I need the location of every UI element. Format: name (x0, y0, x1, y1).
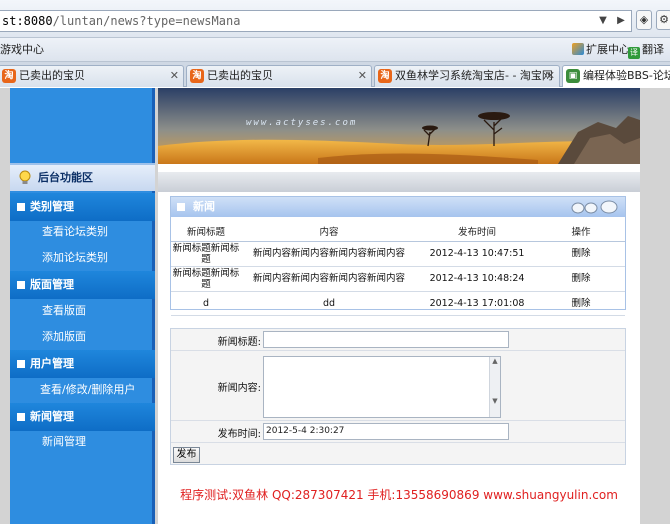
favorites-bar: 游戏中心 扩展中心 译翻译 (0, 38, 670, 62)
extensions-icon (572, 43, 584, 55)
column-header-content: 内容 (241, 221, 417, 242)
square-bullet-icon (17, 413, 25, 421)
page-viewport: 后台功能区 类别管理 查看论坛类别 添加论坛类别 版面管理 查看版面 添加版面 … (0, 88, 670, 524)
sidebar-section-boards[interactable]: 版面管理 (10, 271, 155, 299)
header-ribbon (158, 172, 640, 192)
tab-label: 编程体验BBS-论坛 后 (583, 69, 670, 82)
sidebar-section-label: 用户管理 (30, 357, 74, 370)
tab-label: 双鱼林学习系统淘宝店- - 淘宝网 (395, 69, 553, 82)
column-header-action: 操作 (537, 221, 625, 242)
url-path: /luntan/news?type=newsMana (52, 14, 241, 28)
news-table-header-row: 新闻标题 内容 发布时间 操作 (171, 221, 625, 242)
sidebar-section-users[interactable]: 用户管理 (10, 350, 155, 378)
tab-bbs-admin[interactable]: ▣ 编程体验BBS-论坛 后 (562, 65, 670, 87)
main-content: www.actyses.com 新闻 新闻标题 内容 发布时间 操作 新闻标题新… (158, 88, 640, 524)
news-panel-header: 新闻 (171, 197, 625, 217)
publish-button[interactable]: 发布 (173, 447, 200, 463)
page-favicon-icon: ▣ (566, 69, 580, 83)
form-row-title: 新闻标题: (171, 329, 625, 351)
news-content-cell: dd (241, 291, 417, 316)
taobao-favicon-icon: 淘 (2, 69, 16, 83)
sidebar-section-label: 新闻管理 (30, 410, 74, 423)
window-controls-icon (571, 200, 618, 214)
sidebar-item-view-categories[interactable]: 查看论坛类别 (10, 219, 155, 245)
square-bullet-icon (17, 360, 25, 368)
news-time-cell: 2012-4-13 17:01:08 (417, 291, 537, 316)
table-row: d dd 2012-4-13 17:01:08 删除 (171, 291, 625, 316)
table-row: 新闻标题新闻标题 新闻内容新闻内容新闻内容新闻内容 2012-4-13 10:4… (171, 241, 625, 267)
chevron-down-icon[interactable]: ▼ (596, 14, 610, 28)
footer-credit: 程序测试:双鱼林 QQ:287307421 手机:13558690869 www… (180, 488, 618, 502)
news-content-textarea[interactable]: ▲ ▼ (263, 356, 501, 418)
news-content-cell: 新闻内容新闻内容新闻内容新闻内容 (241, 266, 417, 292)
favorite-game-center[interactable]: 游戏中心 (0, 42, 44, 58)
close-icon[interactable]: ✕ (170, 66, 179, 86)
taobao-favicon-icon: 淘 (190, 69, 204, 83)
close-icon[interactable]: ✕ (546, 66, 555, 86)
tab-sold-items-2[interactable]: 淘 已卖出的宝贝 ✕ (186, 65, 372, 87)
sidebar-item-add-category[interactable]: 添加论坛类别 (10, 245, 155, 271)
news-title-label: 新闻标题: (217, 337, 261, 348)
favorite-extensions[interactable]: 扩展中心 (572, 42, 630, 58)
tab-label: 已卖出的宝贝 (19, 69, 85, 82)
banner-watermark: www.actyses.com (246, 118, 358, 128)
sidebar-heading: 后台功能区 (10, 163, 155, 191)
add-news-form: 新闻标题: 新闻内容: ▲ ▼ 发布时间: 2012-5-4 2:30:27 发布 (170, 328, 626, 465)
sidebar-item-add-board[interactable]: 添加版面 (10, 324, 155, 350)
news-list-panel: 新闻 新闻标题 内容 发布时间 操作 新闻标题新闻标题 新闻内容新闻内容新闻内容… (170, 196, 626, 316)
news-content-label: 新闻内容: (217, 383, 261, 394)
address-bar-area: st:8080/luntan/news?type=newsMana ▼ ▶ ◈ … (0, 0, 670, 38)
delete-link[interactable]: 删除 (537, 241, 625, 267)
publish-time-label: 发布时间: (217, 429, 261, 440)
news-panel-title: 新闻 (193, 200, 215, 213)
gear-icon[interactable]: ⚙ (656, 10, 670, 30)
news-content-cell: 新闻内容新闻内容新闻内容新闻内容 (241, 241, 417, 267)
column-header-title: 新闻标题 (171, 221, 241, 242)
tab-sold-items-1[interactable]: 淘 已卖出的宝贝 ✕ (0, 65, 184, 87)
news-title-cell: d (171, 291, 241, 316)
favorite-translate-label: 翻译 (642, 43, 664, 56)
publish-time-input[interactable]: 2012-5-4 2:30:27 (263, 423, 509, 440)
table-row: 新闻标题新闻标题 新闻内容新闻内容新闻内容新闻内容 2012-4-13 10:4… (171, 266, 625, 292)
sidebar-item-news-management[interactable]: 新闻管理 (10, 429, 155, 455)
go-arrow-icon[interactable]: ▶ (614, 14, 628, 28)
square-bullet-icon (17, 281, 25, 289)
news-title-cell: 新闻标题新闻标题 (171, 266, 241, 292)
sidebar-section-news[interactable]: 新闻管理 (10, 403, 155, 431)
url-field[interactable]: st:8080/luntan/news?type=newsMana (0, 10, 632, 32)
close-icon[interactable]: ✕ (358, 66, 367, 86)
header-banner (158, 88, 640, 164)
news-title-cell: 新闻标题新闻标题 (171, 241, 241, 267)
taobao-favicon-icon: 淘 (378, 69, 392, 83)
sidebar-section-label: 类别管理 (30, 200, 74, 213)
lightbulb-icon (19, 170, 31, 184)
sidebar-item-view-boards[interactable]: 查看版面 (10, 298, 155, 324)
square-bullet-icon (17, 203, 25, 211)
news-title-input[interactable] (263, 331, 509, 348)
tab-label: 已卖出的宝贝 (207, 69, 273, 82)
sidebar-section-label: 版面管理 (30, 278, 74, 291)
news-table: 新闻标题 内容 发布时间 操作 新闻标题新闻标题 新闻内容新闻内容新闻内容新闻内… (171, 221, 625, 316)
sidebar-heading-label: 后台功能区 (38, 171, 93, 184)
form-row-time: 发布时间: 2012-5-4 2:30:27 (171, 421, 625, 443)
news-time-cell: 2012-4-13 10:48:24 (417, 266, 537, 292)
tab-bar: 淘 已卖出的宝贝 ✕ 淘 已卖出的宝贝 ✕ 淘 双鱼林学习系统淘宝店- - 淘宝… (0, 62, 670, 87)
url-host: st:8080 (2, 14, 53, 28)
sidebar-item-manage-users[interactable]: 查看/修改/删除用户 (10, 377, 155, 403)
column-header-time: 发布时间 (417, 221, 537, 242)
favorite-extensions-label: 扩展中心 (586, 43, 630, 56)
textarea-scrollbar[interactable]: ▲ ▼ (489, 357, 500, 417)
delete-link[interactable]: 删除 (537, 266, 625, 292)
square-bullet-icon (177, 203, 185, 211)
shield-icon[interactable]: ◈ (636, 10, 652, 30)
tab-taobao-shop[interactable]: 淘 双鱼林学习系统淘宝店- - 淘宝网 ✕ (374, 65, 560, 87)
news-time-cell: 2012-4-13 10:47:51 (417, 241, 537, 267)
favorite-translate[interactable]: 译翻译 (628, 42, 664, 59)
sidebar-section-category[interactable]: 类别管理 (10, 193, 155, 221)
delete-link[interactable]: 删除 (537, 291, 625, 316)
admin-sidebar: 后台功能区 类别管理 查看论坛类别 添加论坛类别 版面管理 查看版面 添加版面 … (10, 88, 155, 524)
translate-icon: 译 (628, 47, 640, 59)
